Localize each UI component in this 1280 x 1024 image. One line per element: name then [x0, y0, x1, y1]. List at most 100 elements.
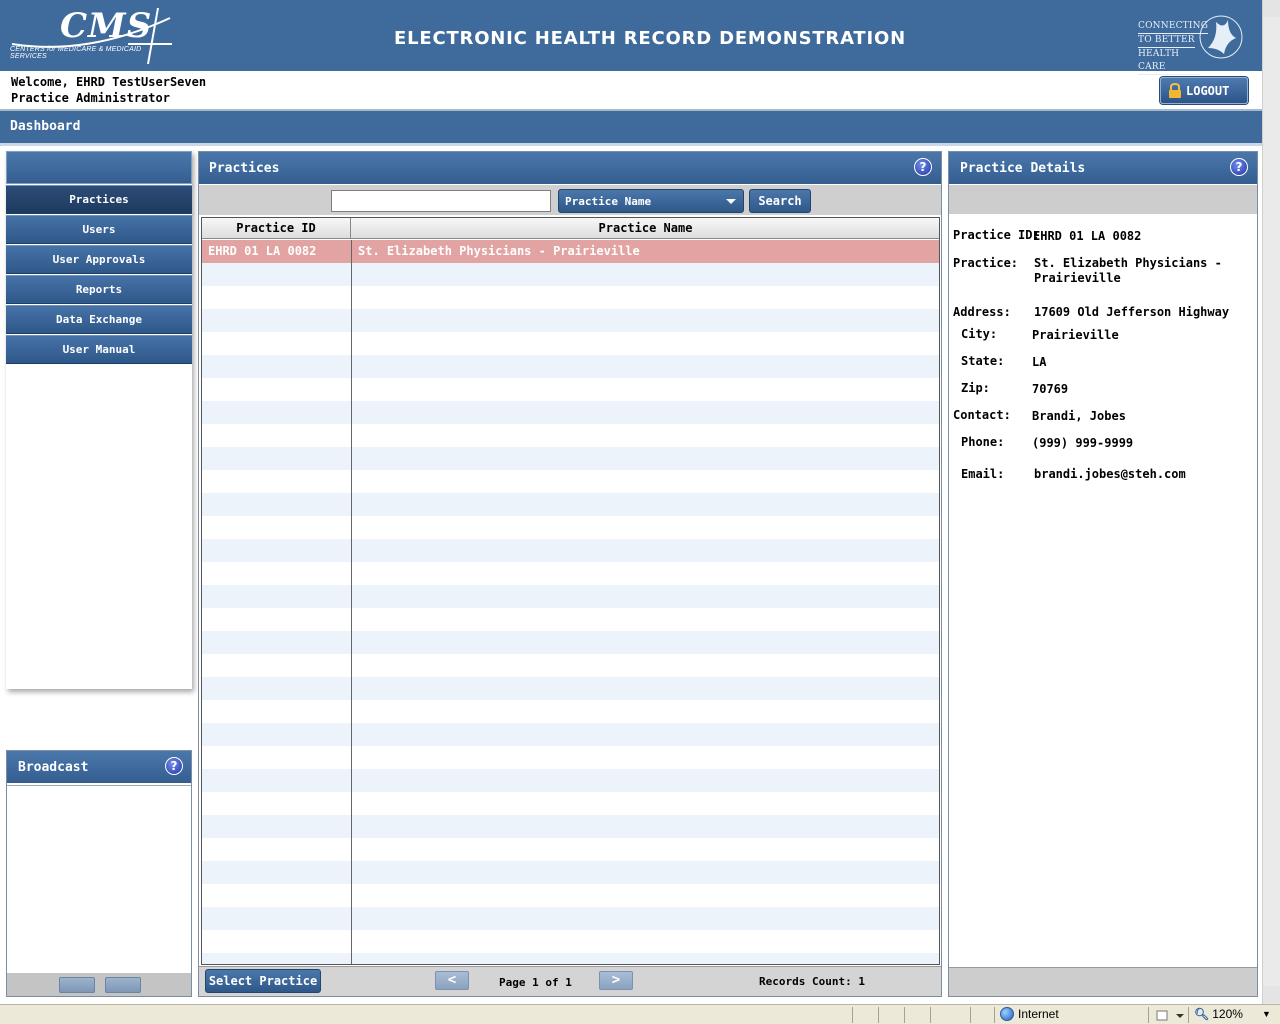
table-row-empty — [202, 539, 939, 562]
sidebar-item-user-approvals[interactable]: User Approvals — [6, 245, 192, 274]
table-row-empty — [202, 884, 939, 907]
protected-mode-icon[interactable] — [1156, 1008, 1186, 1022]
divider — [0, 143, 1262, 146]
magnifier-icon: 🔍︎ — [1194, 1007, 1210, 1021]
table-body: EHRD 01 LA 0082 St. Elizabeth Physicians… — [202, 240, 939, 964]
status-divider — [1148, 1007, 1149, 1023]
email-value: brandi.jobes@steh.com — [1034, 467, 1186, 481]
broadcast-header: Broadcast ? — [7, 751, 191, 783]
table-row-empty — [202, 838, 939, 861]
table-row-empty — [202, 562, 939, 585]
cell-practice-id: EHRD 01 LA 0082 — [208, 244, 317, 258]
scroll-up-button[interactable] — [1263, 0, 1280, 17]
help-icon[interactable]: ? — [165, 757, 183, 775]
vertical-scrollbar[interactable] — [1262, 0, 1280, 1004]
search-field-select[interactable]: Practice Name — [558, 189, 744, 213]
records-count: Records Count: 1 — [759, 975, 865, 988]
status-divider — [852, 1007, 853, 1023]
state-label: State: — [961, 354, 1005, 368]
table-row-empty — [202, 493, 939, 516]
sidebar-item-reports[interactable]: Reports — [6, 275, 192, 304]
help-icon[interactable]: ? — [1230, 158, 1248, 176]
broadcast-panel: Broadcast ? — [6, 750, 192, 997]
sidebar-header — [6, 151, 192, 184]
breadcrumb-title: Dashboard — [10, 119, 81, 134]
status-divider — [904, 1007, 905, 1023]
zoom-control[interactable]: 🔍︎ 120% ▼ — [1194, 1007, 1271, 1021]
table-row-empty — [202, 447, 939, 470]
sidebar-item-users[interactable]: Users — [6, 215, 192, 244]
zoom-level: 120% — [1212, 1007, 1243, 1021]
broadcast-title: Broadcast — [18, 760, 89, 775]
prev-page-button[interactable]: < — [435, 971, 469, 990]
status-divider — [994, 1007, 995, 1023]
practices-panel: Practices ? Practice Name Search Practic… — [198, 151, 942, 997]
table-row-empty — [202, 355, 939, 378]
table-row-empty — [202, 631, 939, 654]
select-practice-button[interactable]: Select Practice — [205, 969, 321, 993]
hhs-eagle-icon — [1199, 15, 1243, 59]
table-row-empty — [202, 263, 939, 286]
hhs-tagline: CONNECTING TO BETTER HEALTH CARE — [1138, 20, 1209, 75]
city-value: Prairieville — [1032, 328, 1119, 342]
chevron-down-icon[interactable]: ▼ — [1262, 1009, 1271, 1019]
table-row-empty — [202, 585, 939, 608]
table-row[interactable]: EHRD 01 LA 0082 St. Elizabeth Physicians… — [202, 240, 939, 263]
table-row-empty — [202, 378, 939, 401]
practice-id-label: Practice ID: — [953, 228, 1040, 242]
table-row-empty — [202, 677, 939, 700]
table-row-empty — [202, 930, 939, 953]
broadcast-body — [7, 785, 191, 973]
table-row-empty — [202, 309, 939, 332]
table-row-empty — [202, 286, 939, 309]
broadcast-prev-button[interactable] — [59, 977, 95, 993]
cell-practice-name: St. Elizabeth Physicians - Prairieville — [358, 244, 640, 258]
lock-icon — [1169, 83, 1181, 98]
column-header-practice-id[interactable]: Practice ID — [202, 218, 351, 238]
details-header: Practice Details ? — [949, 152, 1257, 184]
help-icon[interactable]: ? — [914, 158, 932, 176]
sidebar: Practices Users User Approvals Reports D… — [6, 151, 192, 689]
hhs-tagline-line: HEALTH CARE — [1138, 48, 1200, 75]
search-input[interactable] — [331, 190, 551, 212]
welcome-text: Welcome, EHRD TestUserSeven — [11, 75, 207, 89]
state-value: LA — [1032, 355, 1047, 369]
phone-label: Phone: — [961, 435, 1005, 449]
details-title: Practice Details — [960, 161, 1086, 176]
zone-label: Internet — [1018, 1007, 1059, 1021]
details-toolbar — [949, 185, 1257, 214]
status-divider — [1188, 1007, 1189, 1023]
globe-icon — [1000, 1007, 1014, 1021]
broadcast-next-button[interactable] — [105, 977, 141, 993]
practices-header: Practices ? — [199, 152, 941, 184]
scroll-down-button[interactable] — [1263, 986, 1280, 1003]
table-row-empty — [202, 769, 939, 792]
practice-details-panel: Practice Details ? Practice ID: EHRD 01 … — [948, 151, 1258, 997]
city-label: City: — [961, 327, 998, 341]
column-header-practice-name[interactable]: Practice Name — [352, 218, 939, 238]
table-row-empty — [202, 470, 939, 493]
sidebar-item-practices[interactable]: Practices — [6, 185, 192, 214]
search-bar: Practice Name Search — [199, 185, 941, 215]
table-row-empty — [202, 815, 939, 838]
search-button[interactable]: Search — [749, 189, 811, 213]
table-row-empty — [202, 907, 939, 930]
logout-button[interactable]: LOGOUT — [1160, 77, 1248, 104]
next-page-button[interactable]: > — [599, 971, 633, 990]
broadcast-footer — [7, 973, 191, 996]
logout-label: LOGOUT — [1186, 83, 1230, 98]
table-row-empty — [202, 424, 939, 447]
sidebar-item-user-manual[interactable]: User Manual — [6, 335, 192, 364]
search-field-selected: Practice Name — [565, 195, 652, 208]
cms-logo: CMS CENTERS for MEDICARE & MEDICAID SERV… — [8, 4, 178, 66]
table-row-empty — [202, 792, 939, 815]
sidebar-item-data-exchange[interactable]: Data Exchange — [6, 305, 192, 334]
page-title: ELECTRONIC HEALTH RECORD DEMONSTRATION — [394, 28, 906, 49]
email-label: Email: — [961, 467, 1005, 481]
breadcrumb: Dashboard — [0, 109, 1262, 143]
details-footer — [949, 967, 1257, 996]
table-row-empty — [202, 332, 939, 355]
table-row-empty — [202, 953, 939, 964]
practice-label: Practice: — [953, 256, 1019, 270]
column-divider — [351, 240, 352, 964]
